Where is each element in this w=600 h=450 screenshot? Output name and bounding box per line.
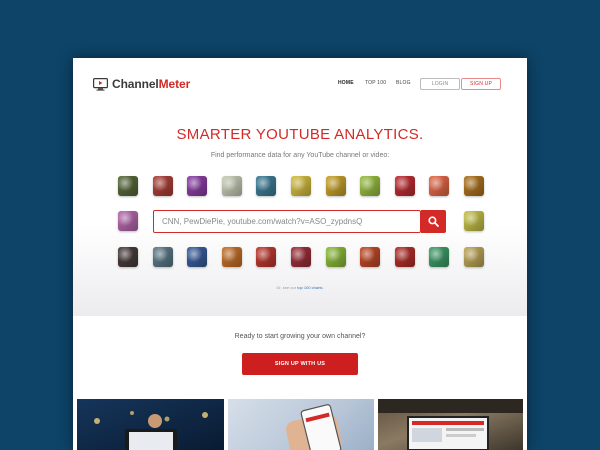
login-button[interactable]: LOGIN <box>420 78 460 90</box>
photo-desktop-cafe <box>378 399 523 450</box>
cta-section: Ready to start growing your own channel?… <box>73 316 527 396</box>
channel-thumbnail[interactable] <box>187 247 208 267</box>
browser-page: ChannelMeter HOME TOP 100 BLOG LOGIN SIG… <box>73 58 527 450</box>
channel-thumbnail[interactable] <box>118 176 138 196</box>
channel-thumbnail[interactable] <box>394 176 415 196</box>
channel-thumbnail[interactable] <box>291 176 311 196</box>
cta-text: Ready to start growing your own channel? <box>234 333 366 340</box>
logo-text: ChannelMeter <box>112 77 190 91</box>
monitor-play-icon <box>93 77 108 91</box>
channel-thumbnail[interactable] <box>256 247 277 267</box>
channel-thumbnail[interactable] <box>118 247 138 267</box>
channel-thumbnail[interactable] <box>464 176 484 196</box>
channel-thumbnail[interactable] <box>325 176 346 196</box>
channel-thumbnail[interactable] <box>118 211 138 231</box>
channel-thumbnail[interactable] <box>152 176 173 196</box>
logo-text-part2: Meter <box>158 77 191 91</box>
hint-prefix: Or, see our <box>276 285 298 290</box>
channel-thumbnail[interactable] <box>360 176 381 196</box>
channel-thumbnail[interactable] <box>256 176 277 196</box>
channel-thumbnail[interactable] <box>221 176 242 196</box>
search-icon <box>428 216 439 227</box>
channel-thumbnail[interactable] <box>464 211 484 231</box>
nav-top100[interactable]: TOP 100 <box>365 80 386 86</box>
search-button[interactable] <box>421 210 446 233</box>
hint-suffix: . <box>322 285 324 290</box>
hero-title: SMARTER YOUTUBE ANALYTICS. <box>176 126 424 143</box>
channel-thumbnail[interactable] <box>360 247 381 267</box>
signup-with-us-button[interactable]: SIGN UP WITH US <box>242 353 358 375</box>
hero-section: SMARTER YOUTUBE ANALYTICS. Find performa… <box>73 110 527 316</box>
search-input[interactable] <box>154 211 420 232</box>
logo[interactable]: ChannelMeter <box>93 77 190 91</box>
logo-text-part1: Channel <box>112 77 159 91</box>
top100-hint: Or, see our top 100 charts. <box>73 285 527 290</box>
channel-thumbnail[interactable] <box>325 247 346 267</box>
channel-thumbnail[interactable] <box>464 247 484 267</box>
top100-link[interactable]: top 100 charts <box>297 285 322 290</box>
search-box <box>153 210 421 233</box>
channel-thumbnail[interactable] <box>221 247 242 267</box>
channel-thumbnail[interactable] <box>429 176 450 196</box>
photo-laptop-night <box>77 399 224 450</box>
photo-phone-hand <box>228 399 374 450</box>
site-header: ChannelMeter HOME TOP 100 BLOG LOGIN SIG… <box>73 58 527 110</box>
channel-thumbnail[interactable] <box>187 176 208 196</box>
hero-subtitle: Find performance data for any YouTube ch… <box>210 152 390 159</box>
channel-thumbnail[interactable] <box>394 247 415 267</box>
signup-button[interactable]: SIGN UP <box>461 78 501 90</box>
channel-thumbnail[interactable] <box>152 247 173 267</box>
nav-blog[interactable]: BLOG <box>396 80 411 86</box>
nav-home[interactable]: HOME <box>338 80 354 86</box>
channel-thumbnail[interactable] <box>291 247 311 267</box>
channel-thumbnail[interactable] <box>429 247 450 267</box>
